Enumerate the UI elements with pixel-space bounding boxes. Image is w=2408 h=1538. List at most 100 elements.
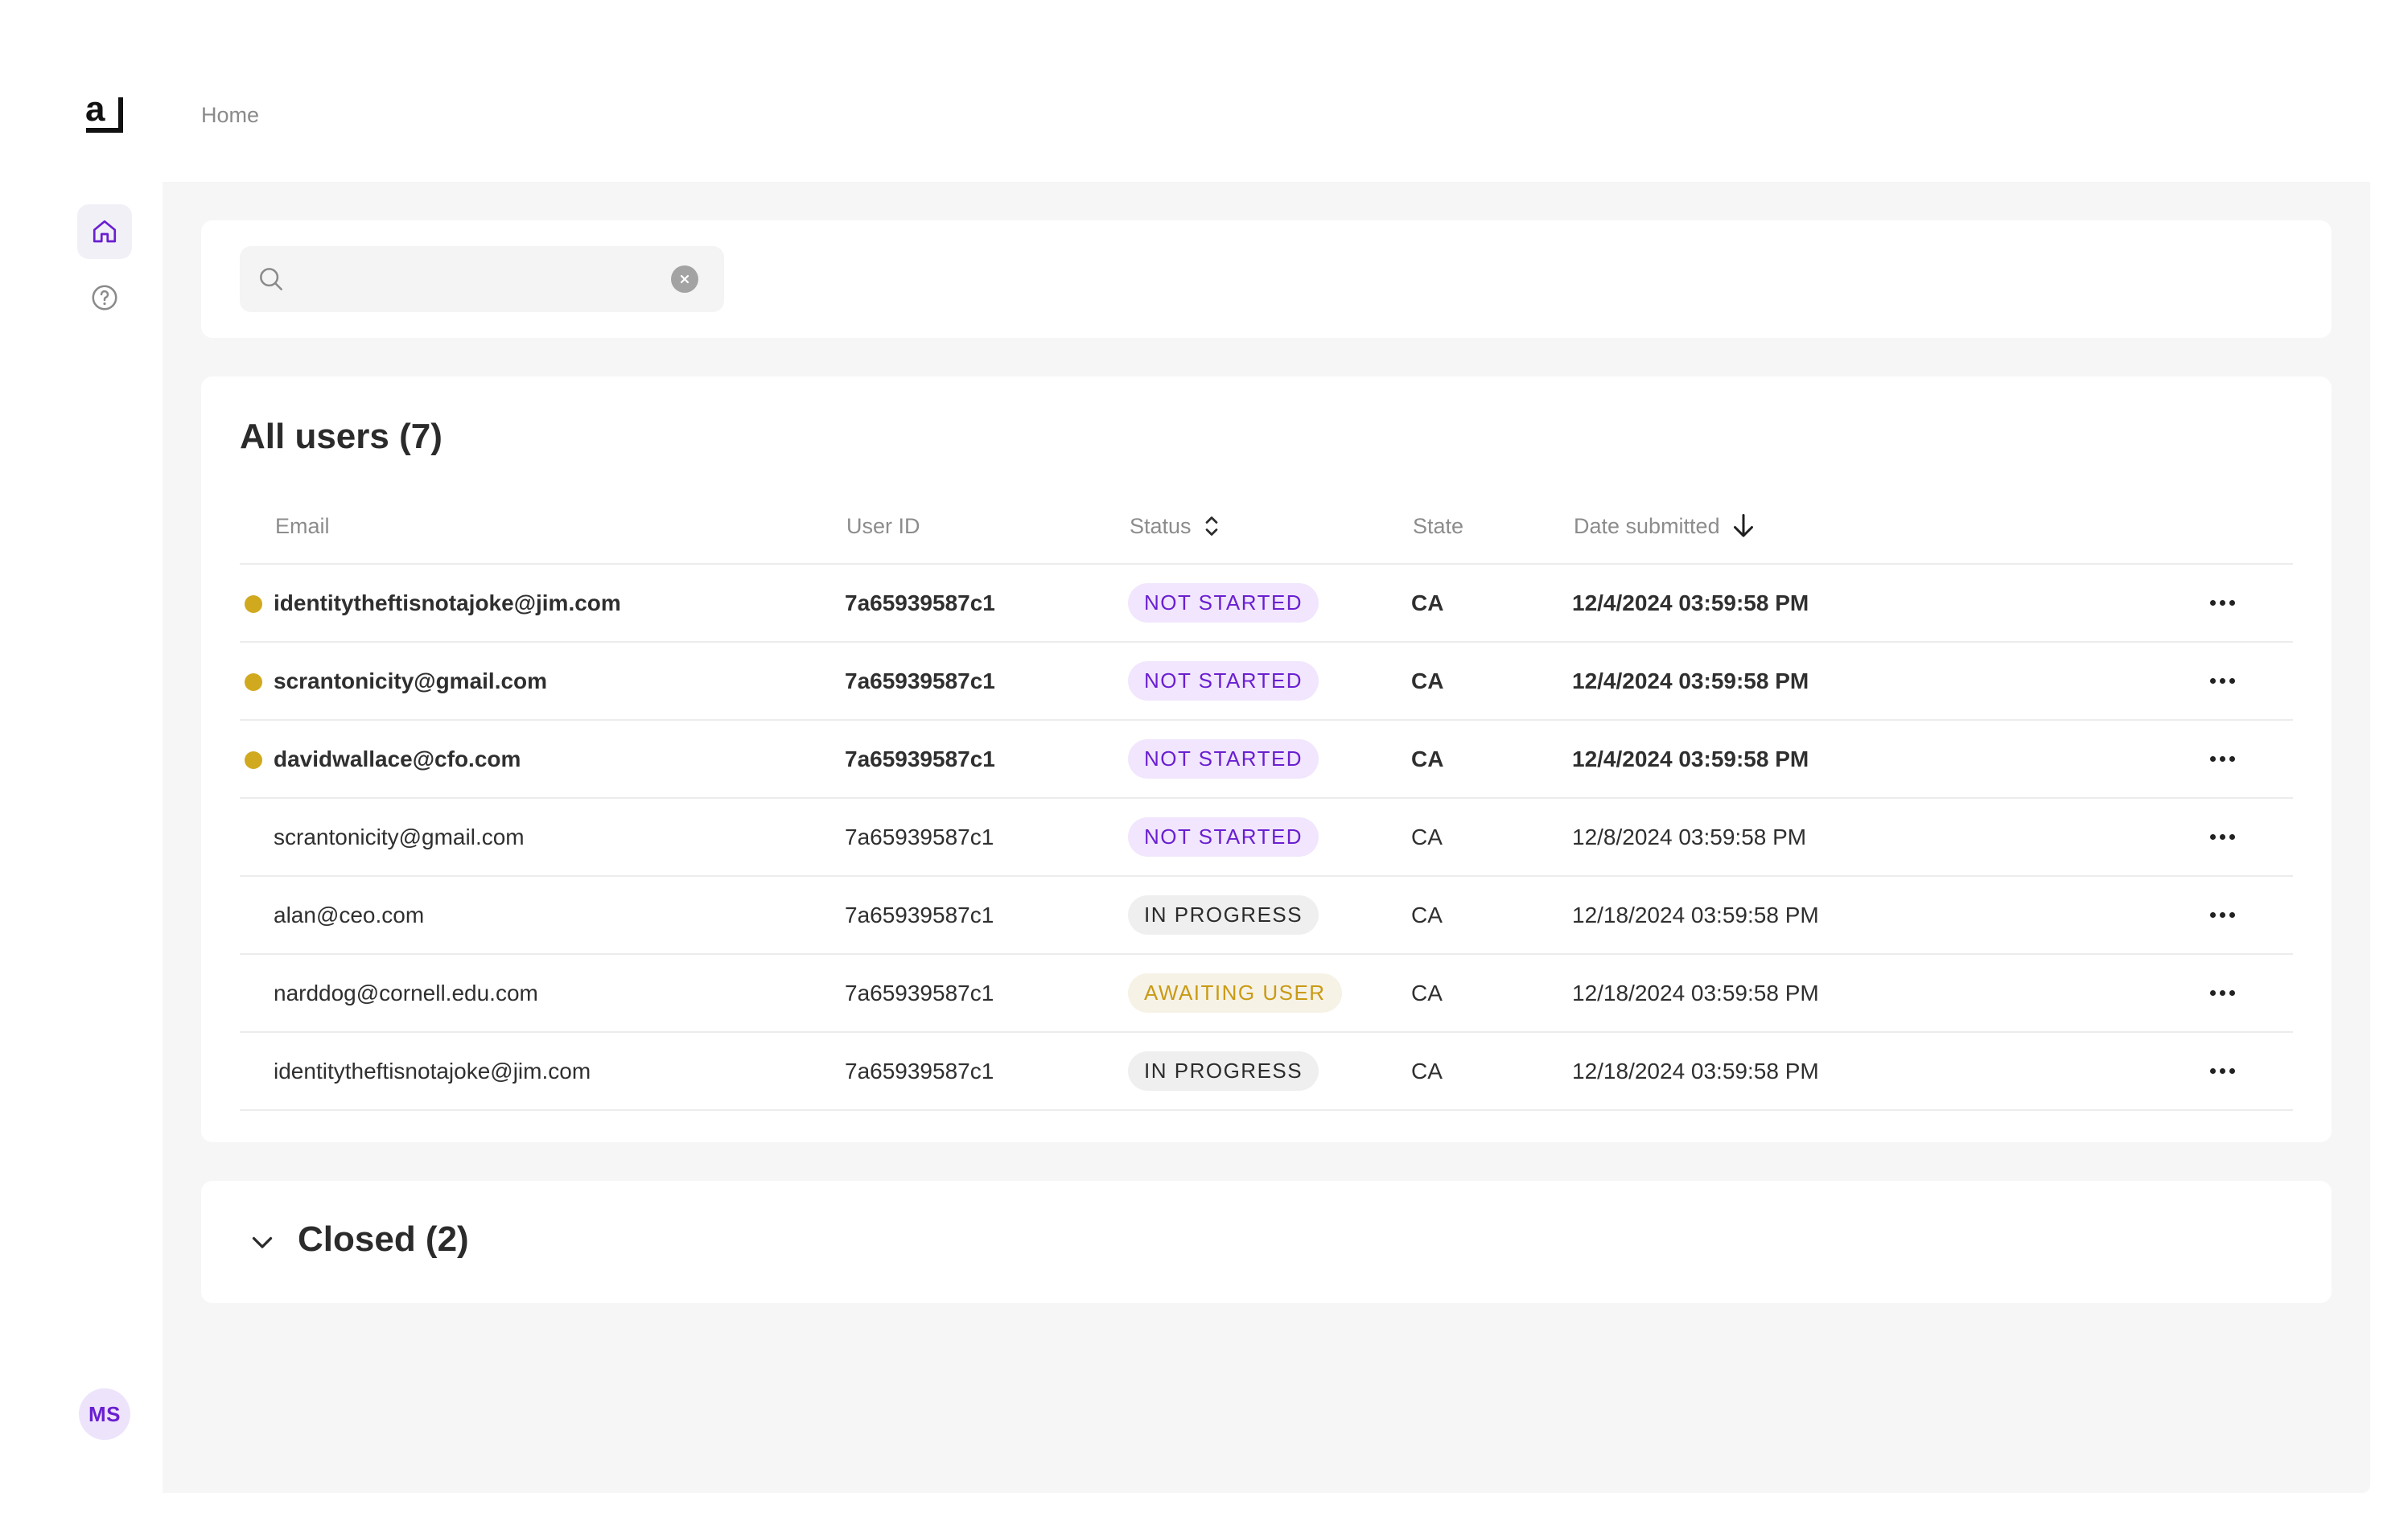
column-header-label: Email xyxy=(275,513,330,538)
row-menu-button[interactable] xyxy=(2204,955,2240,1031)
status-badge: NOT STARTED xyxy=(1128,661,1319,701)
cell-date: 12/4/2024 03:59:58 PM xyxy=(1572,746,1809,771)
cell-state: CA xyxy=(1411,668,1444,693)
cell-user-id: 7a65939587c1 xyxy=(845,902,994,927)
more-icon xyxy=(2209,990,2235,996)
table-row[interactable]: identitytheftisnotajoke@jim.com 7a659395… xyxy=(240,565,2293,643)
closed-section[interactable]: Closed (2) xyxy=(201,1181,2332,1303)
cell-user-id: 7a65939587c1 xyxy=(845,1058,994,1084)
close-icon xyxy=(680,274,689,284)
logo-letter: a xyxy=(85,89,105,129)
more-icon xyxy=(2209,912,2235,918)
logo[interactable]: a xyxy=(84,88,127,137)
breadcrumb[interactable]: Home xyxy=(201,103,259,128)
users-title: All users (7) xyxy=(240,417,442,456)
chevron-down-icon[interactable] xyxy=(248,1228,277,1256)
column-header-label: Date submitted xyxy=(1574,513,1720,538)
column-header-email[interactable]: Email xyxy=(275,510,330,542)
cell-date: 12/4/2024 03:59:58 PM xyxy=(1572,590,1809,615)
status-badge: NOT STARTED xyxy=(1128,817,1319,857)
cell-date: 12/18/2024 03:59:58 PM xyxy=(1572,902,1819,927)
cell-state: CA xyxy=(1411,746,1444,771)
arrow-down-icon[interactable] xyxy=(1731,512,1756,541)
search-box xyxy=(240,246,724,312)
cell-status: IN PROGRESS xyxy=(1128,1033,1319,1109)
cell-status: NOT STARTED xyxy=(1128,721,1319,797)
help-icon xyxy=(92,285,117,310)
more-icon xyxy=(2209,678,2235,684)
status-badge: AWAITING USER xyxy=(1128,973,1342,1013)
cell-status: NOT STARTED xyxy=(1128,799,1319,875)
cell-date: 12/4/2024 03:59:58 PM xyxy=(1572,668,1809,693)
status-badge: NOT STARTED xyxy=(1128,583,1319,623)
status-badge: IN PROGRESS xyxy=(1128,895,1319,935)
table-row[interactable]: narddog@cornell.edu.com 7a65939587c1 AWA… xyxy=(240,955,2293,1033)
column-header-user-id[interactable]: User ID xyxy=(846,510,920,542)
cell-user-id: 7a65939587c1 xyxy=(845,590,995,615)
cell-state: CA xyxy=(1411,824,1443,849)
sidebar-item-help[interactable] xyxy=(77,270,132,325)
sort-toggle-icon[interactable] xyxy=(1203,514,1220,538)
logo-icon: a xyxy=(85,89,123,133)
home-icon xyxy=(93,220,117,243)
table-row[interactable]: identitytheftisnotajoke@jim.com 7a659395… xyxy=(240,1033,2293,1111)
cell-status: IN PROGRESS xyxy=(1128,877,1319,953)
main-content: All users (7) Email User ID Status State… xyxy=(163,182,2370,1493)
closed-title[interactable]: Closed (2) xyxy=(298,1219,469,1260)
table-row[interactable]: scrantonicity@gmail.com 7a65939587c1 NOT… xyxy=(240,643,2293,721)
table-header: Email User ID Status State Date submitte… xyxy=(240,486,2293,565)
app-window: a MS Home All users (7) Email User ID St… xyxy=(45,40,2370,1493)
column-header-label: Status xyxy=(1130,513,1192,538)
column-header-status[interactable]: Status xyxy=(1130,510,1220,542)
row-menu-button[interactable] xyxy=(2204,799,2240,875)
cell-email: identitytheftisnotajoke@jim.com xyxy=(274,590,621,615)
column-header-label: User ID xyxy=(846,513,920,538)
more-icon xyxy=(2209,600,2235,606)
users-card: All users (7) Email User ID Status State… xyxy=(201,376,2332,1142)
more-icon xyxy=(2209,834,2235,840)
row-menu-button[interactable] xyxy=(2204,1033,2240,1109)
avatar[interactable]: MS xyxy=(79,1388,130,1440)
search-icon xyxy=(260,268,282,290)
row-menu-button[interactable] xyxy=(2204,721,2240,797)
cell-status: NOT STARTED xyxy=(1128,565,1319,641)
status-badge: IN PROGRESS xyxy=(1128,1051,1319,1091)
cell-state: CA xyxy=(1411,1058,1443,1084)
search-input[interactable] xyxy=(296,259,650,299)
search-card xyxy=(201,220,2332,338)
users-table: Email User ID Status State Date submitte… xyxy=(240,486,2293,1111)
cell-state: CA xyxy=(1411,590,1444,615)
cell-status: NOT STARTED xyxy=(1128,643,1319,719)
sidebar-item-home[interactable] xyxy=(77,204,132,259)
sidebar: a MS xyxy=(45,40,163,1493)
unread-dot xyxy=(245,751,262,769)
status-badge: NOT STARTED xyxy=(1128,739,1319,779)
cell-email: identitytheftisnotajoke@jim.com xyxy=(274,1058,591,1084)
cell-status: AWAITING USER xyxy=(1128,955,1342,1031)
cell-date: 12/18/2024 03:59:58 PM xyxy=(1572,980,1819,1005)
column-header-state[interactable]: State xyxy=(1413,510,1463,542)
more-icon xyxy=(2209,1068,2235,1074)
row-menu-button[interactable] xyxy=(2204,877,2240,953)
more-icon xyxy=(2209,756,2235,762)
table-row[interactable]: davidwallace@cfo.com 7a65939587c1 NOT ST… xyxy=(240,721,2293,799)
cell-email: scrantonicity@gmail.com xyxy=(274,824,525,849)
topbar: Home xyxy=(163,40,2370,182)
cell-email: narddog@cornell.edu.com xyxy=(274,980,538,1005)
cell-user-id: 7a65939587c1 xyxy=(845,980,994,1005)
unread-dot xyxy=(245,595,262,613)
unread-dot xyxy=(245,673,262,691)
table-row[interactable]: alan@ceo.com 7a65939587c1 IN PROGRESS CA… xyxy=(240,877,2293,955)
table-row[interactable]: scrantonicity@gmail.com 7a65939587c1 NOT… xyxy=(240,799,2293,877)
column-header-label: State xyxy=(1413,513,1464,538)
column-header-date-submitted[interactable]: Date submitted xyxy=(1574,510,1756,542)
cell-state: CA xyxy=(1411,980,1443,1005)
cell-user-id: 7a65939587c1 xyxy=(845,824,994,849)
row-menu-button[interactable] xyxy=(2204,643,2240,719)
cell-email: davidwallace@cfo.com xyxy=(274,746,521,771)
clear-search-button[interactable] xyxy=(671,265,698,293)
cell-date: 12/18/2024 03:59:58 PM xyxy=(1572,1058,1819,1084)
row-menu-button[interactable] xyxy=(2204,565,2240,641)
cell-user-id: 7a65939587c1 xyxy=(845,746,995,771)
cell-email: scrantonicity@gmail.com xyxy=(274,668,548,693)
